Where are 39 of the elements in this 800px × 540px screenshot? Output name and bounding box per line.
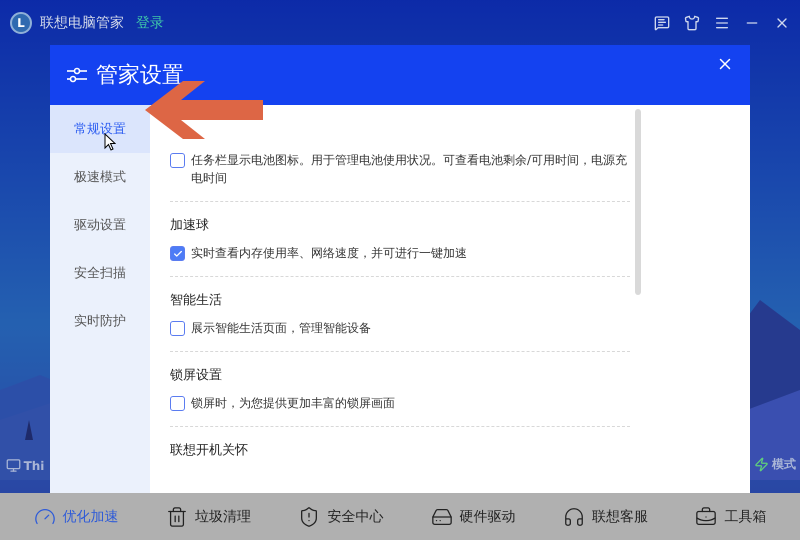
mode-label: 模式: [772, 456, 796, 473]
cursor-icon: [104, 133, 116, 151]
section-title: 联想开机关怀: [170, 442, 249, 459]
check-icon: [172, 248, 182, 258]
menu-icon[interactable]: [714, 14, 730, 30]
nav-item[interactable]: 联想客服: [556, 504, 654, 528]
nav-item[interactable]: 安全中心: [292, 504, 390, 528]
nav-item[interactable]: 工具箱: [689, 504, 772, 528]
option-label: 任务栏显示电池图标。用于管理电池使用状况。可查看电池剩余/可用时间，电源充电时间: [191, 152, 628, 187]
checkbox[interactable]: [170, 153, 185, 168]
message-icon[interactable]: [654, 14, 670, 30]
option-label: 实时查看内存使用率、网络速度，并可进行一键加速: [191, 245, 467, 262]
checkbox[interactable]: [170, 396, 185, 411]
lightning-icon: [754, 457, 769, 472]
sidebar-item[interactable]: 安全扫描: [50, 249, 150, 297]
settings-icon: [66, 66, 88, 84]
section-title: 智能生活: [170, 292, 223, 309]
sidebar-item[interactable]: 实时防护: [50, 297, 150, 345]
trash-icon: [166, 506, 188, 528]
nav-item[interactable]: 垃圾清理: [160, 504, 257, 528]
sidebar-item[interactable]: 常规设置: [50, 105, 150, 153]
login-link[interactable]: 登录: [136, 14, 164, 32]
section-title: 锁屏设置: [170, 367, 223, 384]
checkbox[interactable]: [170, 246, 185, 261]
monitor-icon: [6, 458, 21, 473]
dialog-title: 管家设置: [96, 62, 184, 90]
toolbox-icon: [695, 506, 718, 528]
checkbox[interactable]: [170, 321, 185, 336]
option-label: 展示智能生活页面，管理智能设备: [191, 320, 371, 337]
sidebar-item[interactable]: 驱动设置: [50, 201, 150, 249]
sidebar-item[interactable]: 极速模式: [50, 153, 150, 201]
scrollbar-thumb[interactable]: [635, 109, 641, 295]
app-title: 联想电脑管家: [40, 14, 124, 32]
option-label: 锁屏时，为您提供更加丰富的锁屏画面: [191, 395, 395, 412]
section-title: 加速球: [170, 217, 210, 234]
nav-item[interactable]: 硬件驱动: [424, 504, 522, 528]
shirt-icon[interactable]: [684, 14, 700, 30]
headset-icon: [562, 506, 585, 528]
device-label: Thi: [24, 458, 44, 472]
